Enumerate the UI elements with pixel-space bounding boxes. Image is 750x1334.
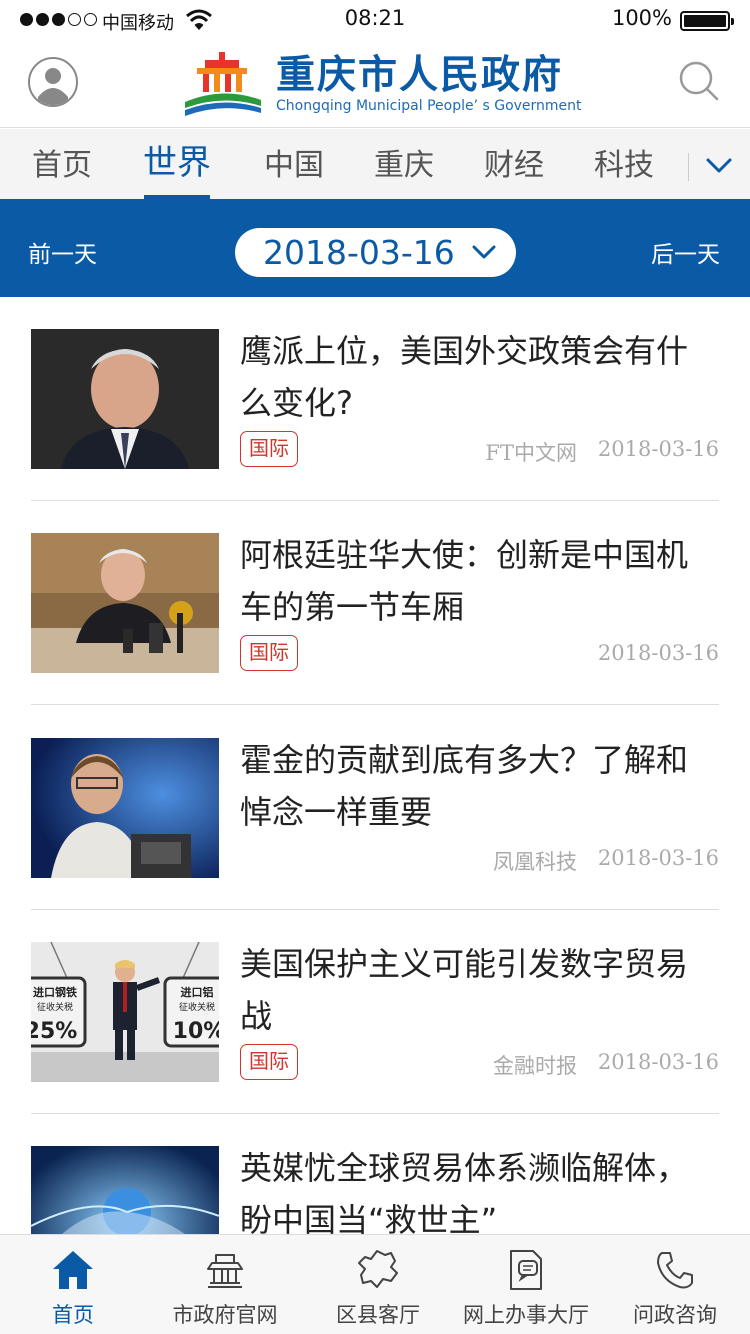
news-source: 金融时报	[493, 1054, 577, 1078]
news-thumbnail	[31, 329, 219, 469]
news-item[interactable]: 霍金的贡献到底有多大？了解和悼念一样重要 凤凰科技 2018-03-16	[31, 706, 719, 910]
news-date: 2018-03-16	[597, 1050, 719, 1074]
news-item[interactable]: 英媒忧全球贸易体系濒临解体，盼中国当“救世主”	[31, 1114, 719, 1234]
document-service-icon	[510, 1250, 542, 1290]
district-map-icon	[358, 1250, 398, 1288]
news-title[interactable]: 鹰派上位，美国外交政策会有什么变化?	[240, 325, 710, 429]
right-sign-line2: 征收关税	[179, 1001, 215, 1013]
news-title[interactable]: 阿根廷驻华大使：创新是中国机车的第一节车厢	[240, 529, 710, 633]
nav-district-hall-label: 区县客厅	[336, 1303, 420, 1327]
tab-world[interactable]: 世界	[140, 129, 214, 199]
news-source: 凤凰科技	[493, 850, 577, 874]
right-sign-pct: 10%	[173, 1019, 219, 1044]
date-picker[interactable]: 2018-03-16	[235, 228, 516, 277]
selected-date: 2018-03-16	[263, 233, 455, 272]
status-bar: 中国移动 08:21 100%	[0, 0, 750, 40]
government-building-icon	[207, 1254, 243, 1288]
date-navigation-bar: 前一天 2018-03-16 后一天	[0, 199, 750, 297]
news-thumbnail: 进口钢铁 征收关税 25% 进口铝 征收关税 10%	[31, 942, 219, 1082]
tab-home[interactable]: 首页	[26, 129, 98, 199]
user-icon	[38, 68, 68, 105]
news-source: FT中文网	[485, 441, 577, 465]
news-item[interactable]: 进口钢铁 征收关税 25% 进口铝 征收关税 10% 美国保护主义可能引发数字贸…	[31, 910, 719, 1114]
nav-district-hall[interactable]: 区县客厅	[304, 1235, 452, 1334]
news-title[interactable]: 霍金的贡献到底有多大？了解和悼念一样重要	[240, 734, 710, 838]
nav-online-service-hall-label: 网上办事大厅	[463, 1303, 589, 1327]
news-thumbnail	[31, 1146, 219, 1234]
news-date: 2018-03-16	[597, 846, 719, 870]
search-icon[interactable]	[678, 60, 720, 102]
nav-consultation[interactable]: 问政咨询	[600, 1235, 750, 1334]
news-tag: 国际	[240, 635, 298, 671]
nav-online-service-hall[interactable]: 网上办事大厅	[452, 1235, 600, 1334]
news-item[interactable]: 阿根廷驻华大使：创新是中国机车的第一节车厢 国际 2018-03-16	[31, 501, 719, 705]
right-sign-line1: 进口铝	[181, 985, 214, 999]
brand-title: 重庆市人民政府 Chongqing Municipal People’ s Go…	[276, 53, 582, 115]
news-item[interactable]: 鹰派上位，美国外交政策会有什么变化? 国际 FT中文网 2018-03-16	[31, 297, 719, 501]
nav-consultation-label: 问政咨询	[633, 1303, 717, 1327]
bottom-navigation: 首页 市政府官网 区县客厅 网上办事大厅 问政咨询	[0, 1234, 750, 1334]
government-logo-icon	[185, 52, 261, 116]
left-sign-pct: 25%	[31, 1019, 77, 1044]
tab-chongqing[interactable]: 重庆	[368, 129, 440, 199]
news-thumbnail	[31, 533, 219, 673]
news-title[interactable]: 美国保护主义可能引发数字贸易战	[240, 938, 710, 1042]
news-date: 2018-03-16	[597, 437, 719, 461]
next-day-button[interactable]: 后一天	[651, 199, 720, 311]
left-sign-line2: 征收关税	[37, 1001, 73, 1013]
tab-divider	[688, 153, 689, 181]
left-sign-line1: 进口钢铁	[33, 985, 77, 999]
nav-government-website[interactable]: 市政府官网	[146, 1235, 304, 1334]
previous-day-button[interactable]: 前一天	[28, 199, 97, 311]
news-date: 2018-03-16	[597, 641, 719, 665]
app-header: 重庆市人民政府 Chongqing Municipal People’ s Go…	[0, 40, 750, 128]
chevron-down-icon	[472, 245, 496, 259]
tab-china[interactable]: 中国	[258, 129, 330, 199]
tab-tech[interactable]: 科技	[588, 129, 660, 199]
home-icon	[53, 1251, 93, 1289]
nav-home[interactable]: 首页	[0, 1235, 146, 1334]
category-tabs: 首页 世界 中国 重庆 财经 科技	[0, 129, 750, 199]
news-tag: 国际	[240, 431, 298, 467]
news-thumbnail	[31, 738, 219, 878]
nav-government-website-label: 市政府官网	[172, 1303, 278, 1327]
battery-icon	[680, 11, 734, 31]
battery-percentage: 100%	[611, 6, 672, 30]
news-list: 鹰派上位，美国外交政策会有什么变化? 国际 FT中文网 2018-03-16 阿…	[0, 297, 750, 1234]
user-profile-button[interactable]	[28, 57, 78, 107]
brand-title-en: Chongqing Municipal People’ s Government	[276, 98, 582, 114]
tab-finance[interactable]: 财经	[478, 129, 550, 199]
chevron-down-icon[interactable]	[702, 151, 736, 179]
phone-icon	[657, 1252, 693, 1289]
news-title[interactable]: 英媒忧全球贸易体系濒临解体，盼中国当“救世主”	[240, 1142, 710, 1234]
news-tag: 国际	[240, 1044, 298, 1080]
nav-home-label: 首页	[52, 1303, 94, 1327]
brand-title-cn: 重庆市人民政府	[276, 53, 564, 98]
